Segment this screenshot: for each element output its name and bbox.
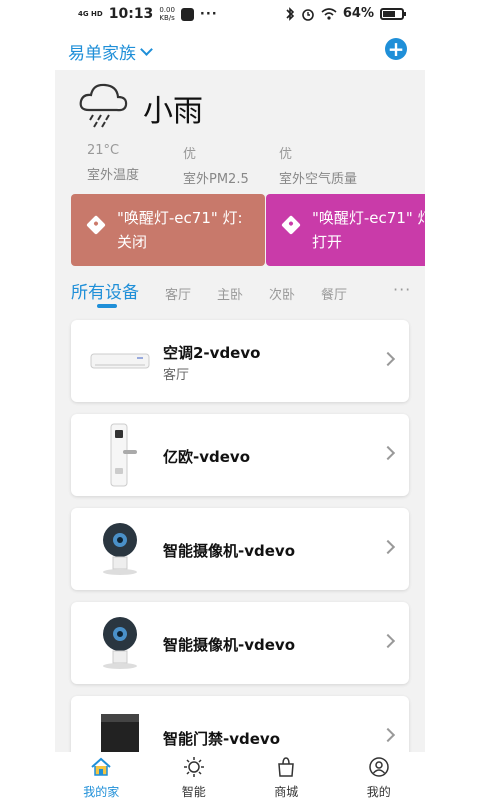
nav-label: 商城 bbox=[274, 785, 299, 799]
chevron-right-icon bbox=[380, 351, 396, 367]
weather-stats: 21°C 室外温度 优 室外PM2.5 优 室外空气质量 bbox=[87, 143, 375, 187]
chevron-down-icon bbox=[140, 42, 153, 56]
home-icon bbox=[91, 757, 111, 776]
family-selector[interactable]: 易单家族 bbox=[68, 39, 153, 64]
nav-smart[interactable]: 智能 bbox=[148, 752, 241, 800]
wifi-icon bbox=[321, 7, 337, 20]
nav-label: 我的家 bbox=[83, 785, 120, 799]
chevron-right-icon bbox=[380, 445, 396, 461]
tab-dining-room[interactable]: 餐厅 bbox=[321, 284, 347, 303]
active-tab-indicator bbox=[97, 304, 117, 308]
header: 易单家族 + bbox=[0, 30, 480, 70]
user-icon bbox=[369, 757, 389, 777]
network-speed: 0.00 KB/s bbox=[159, 6, 175, 22]
chevron-right-icon bbox=[380, 539, 396, 555]
tab-second-bedroom[interactable]: 次卧 bbox=[269, 284, 295, 303]
camera-icon bbox=[103, 617, 137, 669]
scene-card[interactable]: "唤醒灯-ec71" 灯: 关闭 bbox=[71, 194, 265, 266]
chevron-right-icon bbox=[380, 633, 396, 649]
device-card[interactable]: 空调2-vdevo 客厅 bbox=[71, 320, 409, 402]
status-time: 10:13 bbox=[108, 6, 154, 22]
status-bar: 4G HD 10:13 0.00 KB/s ··· 64% bbox=[0, 0, 480, 30]
bluetooth-icon bbox=[286, 6, 295, 21]
weather-stat-air-quality: 优 室外空气质量 bbox=[279, 147, 358, 187]
nav-label: 智能 bbox=[181, 785, 206, 799]
tab-master-bedroom[interactable]: 主卧 bbox=[217, 284, 243, 303]
sun-icon bbox=[183, 757, 204, 777]
device-card[interactable]: 智能摄像机-vdevo bbox=[71, 602, 409, 684]
family-name: 易单家族 bbox=[68, 44, 136, 64]
device-name: 亿欧-vdevo bbox=[163, 448, 250, 466]
more-notifications: ··· bbox=[199, 6, 218, 22]
room-tabs: 所有设备 客厅 主卧 次卧 餐厅 bbox=[71, 278, 373, 303]
scene-card[interactable]: "唤醒灯-ec71" 灯 打开 bbox=[266, 194, 425, 266]
device-name: 智能摄像机-vdevo bbox=[163, 542, 295, 560]
tab-all-devices[interactable]: 所有设备 bbox=[71, 278, 139, 303]
tag-icon bbox=[281, 215, 301, 235]
nav-profile[interactable]: 我的 bbox=[333, 752, 426, 800]
device-card[interactable]: 智能门禁-vdevo bbox=[71, 696, 409, 752]
device-card[interactable]: 智能摄像机-vdevo bbox=[71, 508, 409, 590]
tab-living-room[interactable]: 客厅 bbox=[165, 284, 191, 303]
bottom-nav: 我的家 智能 商城 我的 bbox=[55, 752, 425, 800]
nav-mall[interactable]: 商城 bbox=[240, 752, 333, 800]
scene-list: "唤醒灯-ec71" 灯: 关闭 "唤醒灯-ec71" 灯 打开 bbox=[71, 194, 425, 266]
tag-icon bbox=[86, 215, 106, 235]
shopping-bag-icon bbox=[278, 757, 295, 777]
access-control-icon bbox=[101, 714, 139, 752]
network-indicator: 4G HD bbox=[78, 10, 103, 18]
device-card[interactable]: 亿欧-vdevo bbox=[71, 414, 409, 496]
battery-percent: 64% bbox=[342, 6, 374, 21]
device-room: 客厅 bbox=[163, 368, 190, 383]
add-button[interactable]: + bbox=[385, 38, 407, 60]
nav-my-home[interactable]: 我的家 bbox=[55, 752, 148, 800]
device-name: 智能摄像机-vdevo bbox=[163, 636, 295, 654]
air-conditioner-icon bbox=[90, 353, 150, 369]
device-name: 空调2-vdevo bbox=[163, 344, 261, 362]
rain-cloud-icon bbox=[79, 83, 128, 128]
home-content: 小雨 21°C 室外温度 优 室外PM2.5 优 室外空气质量 "唤醒灯-ec7… bbox=[55, 70, 425, 752]
battery-fill bbox=[383, 10, 395, 17]
more-tabs-button[interactable]: ··· bbox=[393, 280, 411, 299]
alarm-icon bbox=[302, 8, 314, 21]
notification-icon bbox=[180, 7, 194, 21]
device-name: 智能门禁-vdevo bbox=[163, 730, 280, 748]
weather-condition: 小雨 bbox=[143, 94, 203, 129]
weather-stat-pm25: 优 室外PM2.5 bbox=[183, 147, 249, 187]
nav-label: 我的 bbox=[366, 785, 391, 799]
plus-icon: + bbox=[387, 37, 405, 61]
camera-icon bbox=[103, 523, 137, 575]
chevron-right-icon bbox=[380, 727, 396, 743]
weather-stat-temperature: 21°C 室外温度 bbox=[87, 143, 140, 183]
battery-icon bbox=[380, 7, 406, 20]
door-lock-icon bbox=[110, 423, 137, 487]
